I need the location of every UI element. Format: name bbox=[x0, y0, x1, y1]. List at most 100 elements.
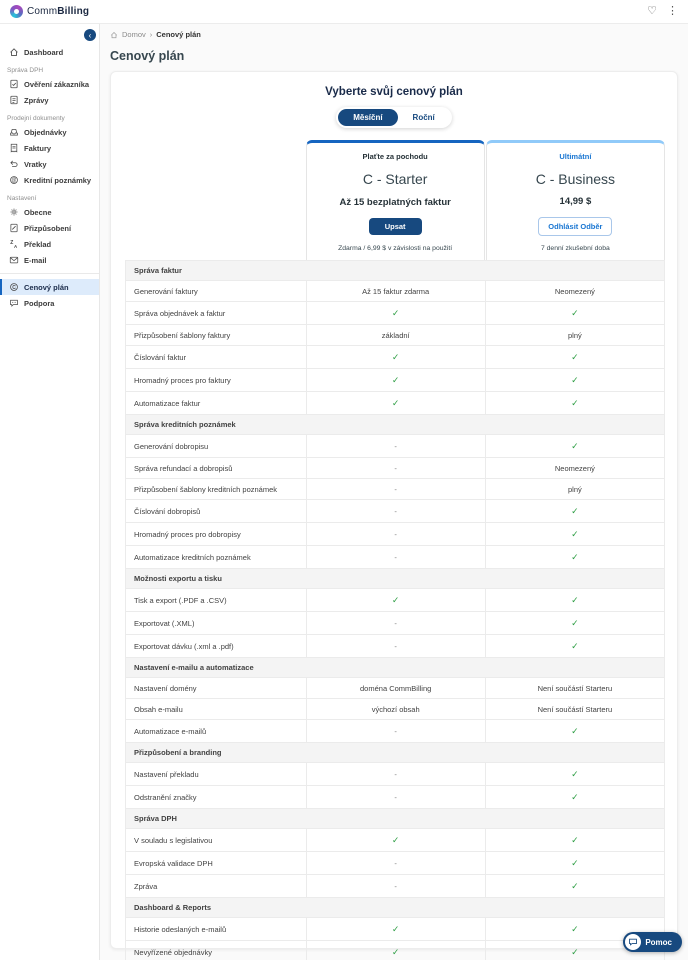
sidebar-item-label: Přizpůsobení bbox=[24, 224, 71, 233]
sidebar-item-dashboard[interactable]: Dashboard bbox=[0, 44, 99, 60]
sidebar-collapse-button[interactable]: ‹ bbox=[84, 29, 96, 41]
business-value: ✓ bbox=[485, 589, 664, 612]
table-section-row: Možnosti exportu a tisku bbox=[126, 569, 665, 589]
sidebar-item-faktury[interactable]: Faktury bbox=[0, 140, 99, 156]
sidebar-section-label: Prodejní dokumenty bbox=[0, 108, 99, 124]
sidebar-item-vratky[interactable]: Vratky bbox=[0, 156, 99, 172]
table-row: Generování fakturyAž 15 faktur zdarmaNeo… bbox=[126, 281, 665, 302]
table-row: Generování dobropisu-✓ bbox=[126, 435, 665, 458]
starter-value: - bbox=[306, 435, 485, 458]
kebab-menu-icon[interactable]: ⋮ bbox=[667, 6, 678, 17]
breadcrumb-home[interactable]: Domov bbox=[122, 30, 146, 39]
business-value: plný bbox=[485, 479, 664, 500]
table-row: Přizpůsobení šablony kreditních poznámek… bbox=[126, 479, 665, 500]
feature-label: V souladu s legislativou bbox=[126, 829, 307, 852]
check-icon: ✓ bbox=[571, 835, 579, 845]
business-value: Neomezený bbox=[485, 281, 664, 302]
sidebar-item-zpr-vy[interactable]: Zprávy bbox=[0, 92, 99, 108]
business-value: ✓ bbox=[485, 829, 664, 852]
table-section-title: Nastavení e-mailu a automatizace bbox=[126, 658, 665, 678]
feature-label: Číslování dobropisů bbox=[126, 500, 307, 523]
business-value: ✓ bbox=[485, 612, 664, 635]
sidebar-item-e-mail[interactable]: E-mail bbox=[0, 252, 99, 268]
plan-tagline: Plaťte za pochodu bbox=[363, 152, 428, 161]
check-icon: ✓ bbox=[571, 441, 579, 451]
business-value: ✓ bbox=[485, 392, 664, 415]
home-icon bbox=[9, 47, 19, 57]
svg-text:A: A bbox=[14, 244, 18, 249]
toggle-monthly[interactable]: Měsíční bbox=[338, 109, 397, 126]
check-icon: ✓ bbox=[392, 835, 400, 845]
starter-value: ✓ bbox=[306, 392, 485, 415]
table-row: Hromadný proces pro dobropisy-✓ bbox=[126, 523, 665, 546]
starter-value: ✓ bbox=[306, 589, 485, 612]
breadcrumb: Domov › Cenový plán bbox=[110, 30, 678, 39]
home-icon bbox=[110, 31, 118, 39]
table-row: Exportovat (.XML)-✓ bbox=[126, 612, 665, 635]
not-included-dash: - bbox=[394, 530, 397, 539]
check-icon: ✓ bbox=[571, 792, 579, 802]
table-row: Odstranění značky-✓ bbox=[126, 786, 665, 809]
upgrade-button[interactable]: Upsat bbox=[369, 218, 422, 235]
feature-label: Obsah e-mailu bbox=[126, 699, 307, 720]
table-row: V souladu s legislativou ✓ ✓ bbox=[126, 829, 665, 852]
sidebar-item-p-izp-soben-[interactable]: Přizpůsobení bbox=[0, 220, 99, 236]
sidebar-item-cenov-pl-n[interactable]: CCenový plán bbox=[0, 279, 99, 295]
plan-name: C - Starter bbox=[363, 171, 428, 187]
sidebar-item-obecne[interactable]: Obecne bbox=[0, 204, 99, 220]
sidebar-item-ov-en-z-kazn-ka[interactable]: Ověření zákazníka bbox=[0, 76, 99, 92]
not-included-dash: - bbox=[394, 442, 397, 451]
svg-text:@: @ bbox=[12, 178, 17, 184]
table-row: Automatizace kreditních poznámek-✓ bbox=[126, 546, 665, 569]
help-button[interactable]: Pomoc bbox=[623, 932, 682, 952]
mail-icon bbox=[9, 255, 19, 265]
feature-label: Nevyřízené objednávky bbox=[126, 941, 307, 960]
unsubscribe-button[interactable]: Odhlásit Odběr bbox=[538, 217, 612, 236]
check-icon: ✓ bbox=[571, 529, 579, 539]
sidebar-item-p-eklad[interactable]: ZAPřeklad bbox=[0, 236, 99, 252]
business-value: plný bbox=[485, 325, 664, 346]
not-included-dash: - bbox=[394, 619, 397, 628]
feature-label: Přizpůsobení šablony kreditních poznámek bbox=[126, 479, 307, 500]
table-row: Nevyřízené objednávky✓✓ bbox=[126, 941, 665, 960]
customize-icon bbox=[9, 223, 19, 233]
starter-value: - bbox=[306, 546, 485, 569]
starter-value: - bbox=[306, 720, 485, 743]
feature-label: Nastavení překladu bbox=[126, 763, 307, 786]
sidebar-item-label: Překlad bbox=[24, 240, 51, 249]
sidebar-section-label: Správa DPH bbox=[0, 60, 99, 76]
favorite-icon[interactable]: ♡ bbox=[647, 6, 657, 17]
table-section-title: Dashboard & Reports bbox=[126, 898, 665, 918]
pricing-icon: C bbox=[9, 282, 19, 292]
feature-label: Automatizace e-mailů bbox=[126, 720, 307, 743]
sidebar-item-podpora[interactable]: Podpora bbox=[0, 295, 99, 311]
feature-label: Historie odeslaných e-mailů bbox=[126, 918, 307, 941]
check-icon: ✓ bbox=[571, 947, 579, 957]
starter-value: - bbox=[306, 458, 485, 479]
toggle-yearly[interactable]: Roční bbox=[398, 109, 450, 126]
inbox-icon bbox=[9, 127, 19, 137]
starter-value: Až 15 faktur zdarma bbox=[306, 281, 485, 302]
starter-value: - bbox=[306, 875, 485, 898]
table-section-title: Správa kreditních poznámek bbox=[126, 415, 665, 435]
starter-value: - bbox=[306, 786, 485, 809]
not-included-dash: - bbox=[394, 553, 397, 562]
sidebar-item-kreditn-pozn-mky[interactable]: @Kreditní poznámky bbox=[0, 172, 99, 188]
feature-label: Nastavení domény bbox=[126, 678, 307, 699]
business-value: ✓ bbox=[485, 635, 664, 658]
plan-card-business: Ultimátní C - Business 14,99 $ Odhlásit … bbox=[486, 140, 665, 260]
plans-heading: Vyberte svůj cenový plán bbox=[125, 86, 663, 98]
plan-comparison: Plaťte za pochodu C - Starter Až 15 bezp… bbox=[125, 140, 665, 960]
brand-name: CommBilling bbox=[27, 6, 89, 17]
feature-label: Automatizace kreditních poznámek bbox=[126, 546, 307, 569]
plan-card-starter: Plaťte za pochodu C - Starter Až 15 bezp… bbox=[306, 140, 485, 260]
feature-label: Správa objednávek a faktur bbox=[126, 302, 307, 325]
table-row: Exportovat dávku (.xml a .pdf)-✓ bbox=[126, 635, 665, 658]
business-value: ✓ bbox=[485, 500, 664, 523]
plan-price: 14,99 $ bbox=[560, 196, 592, 207]
not-included-dash: - bbox=[394, 793, 397, 802]
sidebar-item-objedn-vky[interactable]: Objednávky bbox=[0, 124, 99, 140]
check-icon: ✓ bbox=[392, 595, 400, 605]
table-row: Tisk a export (.PDF a .CSV)✓✓ bbox=[126, 589, 665, 612]
business-value: Není součástí Starteru bbox=[485, 699, 664, 720]
